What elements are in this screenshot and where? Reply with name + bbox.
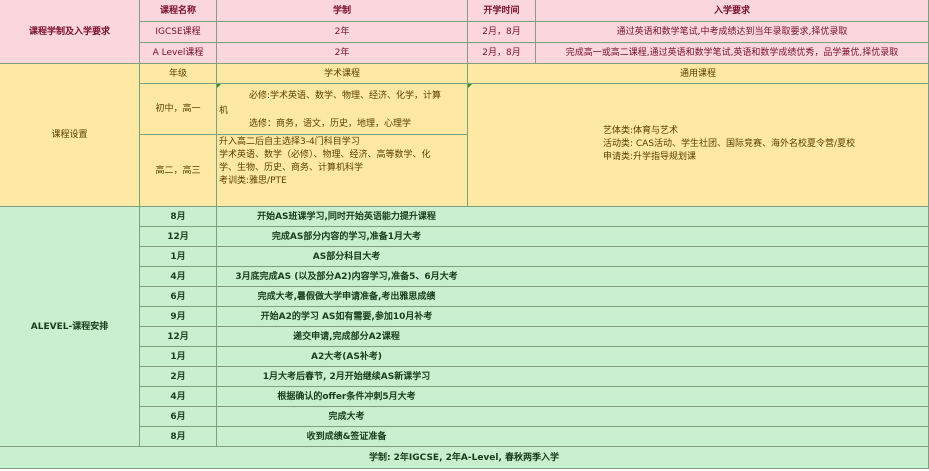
header-requirements[interactable]: 入学要求 bbox=[536, 0, 929, 22]
schedule-month[interactable]: 12月 bbox=[140, 227, 217, 247]
schedule-text: 完成大考,暑假做大学申请准备,考出雅思成绩 bbox=[257, 291, 436, 302]
schedule-description[interactable]: 完成AS部分内容的学习,准备1月大考 bbox=[217, 227, 929, 247]
schedule-description[interactable]: 开始AS班课学习,同时开始英语能力提升课程 bbox=[217, 207, 929, 227]
schedule-text: 1月大考后春节, 2月开始继续AS新课学习 bbox=[262, 371, 431, 382]
schedule-description[interactable]: A2大考(AS补考) bbox=[217, 347, 929, 367]
schedule-text: AS部分科目大考 bbox=[312, 251, 381, 262]
header-general[interactable]: 通用课程 bbox=[468, 64, 929, 84]
senior-line-2: 学术英语、数学（必修）、物理、经济、高等数学、化 bbox=[219, 150, 431, 160]
senior-line-3: 学、生物、历史、商务、计算机科学 bbox=[219, 163, 364, 173]
wrapped-char: 机 bbox=[219, 106, 229, 116]
schedule-text: 根据确认的offer条件冲刺5月大考 bbox=[277, 391, 416, 402]
grade-junior[interactable]: 初中，高一 bbox=[140, 84, 217, 135]
req-alevel[interactable]: 完成高一或高二课程,通过英语和数学笔试,英语和数学成绩优秀，品学兼优,择优录取 bbox=[536, 43, 929, 64]
schedule-description[interactable]: AS部分科目大考 bbox=[217, 247, 929, 267]
general-courses-cell[interactable]: 艺体类:体育与艺术 活动类: CAS活动、学生社团、国际竞赛、海外名校夏令营/夏… bbox=[468, 84, 929, 207]
senior-line-1: 升入高二后自主选择3-4门科目学习 bbox=[219, 137, 360, 147]
schedule-description[interactable]: 1月大考后春节, 2月开始继续AS新课学习 bbox=[217, 367, 929, 387]
schedule-text: 开始AS班课学习,同时开始英语能力提升课程 bbox=[257, 211, 436, 222]
schedule-month[interactable]: 2月 bbox=[140, 367, 217, 387]
schedule-month[interactable]: 6月 bbox=[140, 287, 217, 307]
schedule-description[interactable]: 完成大考 bbox=[217, 407, 929, 427]
schedule-description[interactable]: 收到成绩&签证准备 bbox=[217, 427, 929, 447]
header-course-name[interactable]: 课程名称 bbox=[140, 0, 217, 22]
schedule-text: 3月底完成AS (以及部分A2)内容学习,准备5、6月大考 bbox=[235, 271, 458, 282]
start-igcse[interactable]: 2月，8月 bbox=[468, 22, 536, 43]
duration-igcse[interactable]: 2年 bbox=[217, 22, 468, 43]
schedule-description[interactable]: 3月底完成AS (以及部分A2)内容学习,准备5、6月大考 bbox=[217, 267, 929, 287]
schedule-text: 递交申请,完成部分A2课程 bbox=[293, 331, 400, 342]
header-start-time[interactable]: 开学时间 bbox=[468, 0, 536, 22]
schedule-group-label[interactable]: ALEVEL-课程安排 bbox=[0, 207, 140, 447]
grade-senior[interactable]: 高二，高三 bbox=[140, 135, 217, 207]
schedule-description[interactable]: 根据确认的offer条件冲刺5月大考 bbox=[217, 387, 929, 407]
schedule-month[interactable]: 12月 bbox=[140, 327, 217, 347]
schedule-text: 完成AS部分内容的学习,准备1月大考 bbox=[271, 231, 422, 242]
start-alevel[interactable]: 2月，8月 bbox=[468, 43, 536, 64]
schedule-text: 完成大考 bbox=[328, 411, 365, 422]
schedule-text: 开始A2的学习 AS如有需要,参加10月补考 bbox=[260, 311, 433, 322]
academic-senior-cell[interactable]: 升入高二后自主选择3-4门科目学习 学术英语、数学（必修）、物理、经济、高等数学… bbox=[217, 135, 468, 207]
academic-junior-cell[interactable]: 机 必修:学术英语、数学、物理、经济、化学，计算 选修：商务，语文，历史，地理，… bbox=[217, 84, 468, 135]
schedule-text: 收到成绩&签证准备 bbox=[306, 431, 387, 442]
general-line-application: 申请类:升学指导规划课 bbox=[603, 152, 697, 162]
schedule-month[interactable]: 1月 bbox=[140, 247, 217, 267]
schedule-month[interactable]: 8月 bbox=[140, 207, 217, 227]
schedule-description[interactable]: 开始A2的学习 AS如有需要,参加10月补考 bbox=[217, 307, 929, 327]
elective-subjects: 选修：商务，语文，历史，地理，心理学 bbox=[249, 119, 412, 129]
schedule-month[interactable]: 6月 bbox=[140, 407, 217, 427]
footer-summary[interactable]: 学制: 2年IGCSE, 2年A-Level, 春秋两季入学 bbox=[0, 447, 929, 469]
header-grade[interactable]: 年级 bbox=[140, 64, 217, 84]
senior-line-4: 考训类:雅思/PTE bbox=[219, 176, 287, 186]
course-alevel[interactable]: A Level课程 bbox=[140, 43, 217, 64]
courses-group-label[interactable]: 课程设置 bbox=[0, 64, 140, 207]
req-igcse[interactable]: 通过英语和数学笔试,中考成绩达到当年录取要求,择优录取 bbox=[536, 22, 929, 43]
header-academic[interactable]: 学术课程 bbox=[217, 64, 468, 84]
course-igcse[interactable]: IGCSE课程 bbox=[140, 22, 217, 43]
schedule-description[interactable]: 递交申请,完成部分A2课程 bbox=[217, 327, 929, 347]
schedule-month[interactable]: 1月 bbox=[140, 347, 217, 367]
duration-alevel[interactable]: 2年 bbox=[217, 43, 468, 64]
schedule-month[interactable]: 4月 bbox=[140, 267, 217, 287]
general-line-activities: 活动类: CAS活动、学生社团、国际竞赛、海外名校夏令营/夏校 bbox=[603, 139, 856, 149]
required-subjects: 必修:学术英语、数学、物理、经济、化学，计算 bbox=[249, 91, 442, 101]
header-duration[interactable]: 学制 bbox=[217, 0, 468, 22]
schedule-month[interactable]: 8月 bbox=[140, 427, 217, 447]
spreadsheet: 课程学制及入学要求 课程名称 学制 开学时间 入学要求 IGCSE课程 2年 2… bbox=[0, 0, 929, 471]
schedule-month[interactable]: 9月 bbox=[140, 307, 217, 327]
schedule-description[interactable]: 完成大考,暑假做大学申请准备,考出雅思成绩 bbox=[217, 287, 929, 307]
admission-group-label[interactable]: 课程学制及入学要求 bbox=[0, 0, 140, 64]
general-line-arts: 艺体类:体育与艺术 bbox=[603, 126, 679, 136]
schedule-text: A2大考(AS补考) bbox=[311, 351, 382, 362]
schedule-month[interactable]: 4月 bbox=[140, 387, 217, 407]
